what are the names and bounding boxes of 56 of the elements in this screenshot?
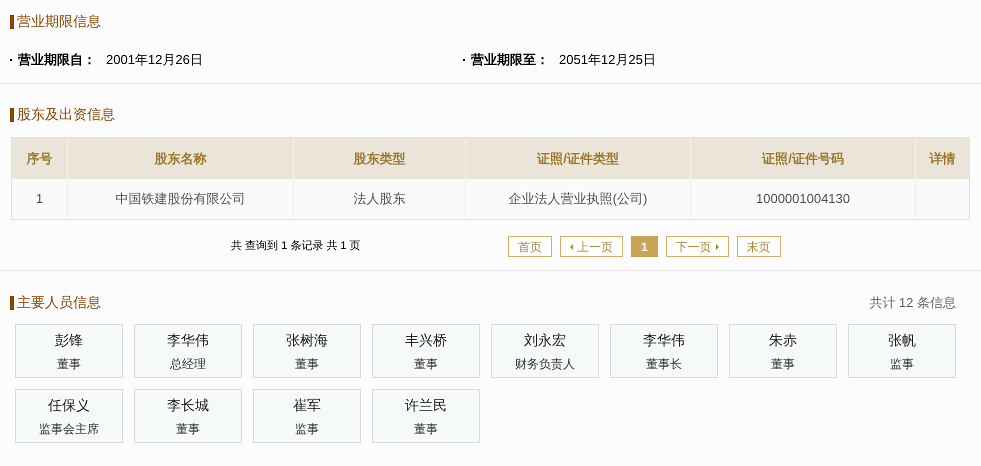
- table-cell: 1000001004130: [691, 179, 916, 219]
- table-cell: 企业法人营业执照(公司): [466, 179, 691, 219]
- title-marker: [10, 296, 14, 310]
- person-name: 张帆: [888, 330, 916, 350]
- person-name: 彭锋: [55, 330, 83, 350]
- table-cell: 中国铁建股份有限公司: [68, 179, 294, 219]
- section-title: 股东及出资信息: [17, 105, 115, 124]
- caret-left-icon: [570, 244, 573, 250]
- title-marker: [10, 14, 14, 28]
- person-role: 总经理: [170, 356, 206, 372]
- title-marker: [10, 108, 14, 122]
- field-label: 营业期限至：: [471, 51, 550, 70]
- person-name: 丰兴桥: [405, 330, 447, 350]
- field-label: 营业期限自：: [18, 51, 97, 70]
- person-card[interactable]: 彭锋 董事: [15, 324, 123, 378]
- person-name: 朱赤: [769, 330, 797, 350]
- person-name: 崔军: [293, 396, 321, 414]
- person-card[interactable]: 崔军 监事: [253, 389, 361, 443]
- person-name: 李华伟: [643, 330, 685, 350]
- person-name: 刘永宏: [524, 330, 566, 350]
- person-card[interactable]: 任保义 监事会主席: [15, 389, 123, 443]
- person-card[interactable]: 李华伟 董事长: [610, 324, 718, 378]
- person-role: 董事长: [646, 356, 682, 372]
- column-header: 详情: [928, 150, 956, 168]
- record-count: 共计 12 条信息: [869, 294, 956, 312]
- person-name: 李长城: [167, 396, 209, 414]
- person-card[interactable]: 丰兴桥 董事: [372, 324, 480, 378]
- person-card[interactable]: 张树海 董事: [253, 324, 361, 378]
- person-name: 任保义: [48, 396, 90, 414]
- table-cell: 法人股东: [294, 179, 466, 219]
- person-role: 监事: [890, 356, 914, 372]
- person-card[interactable]: 李华伟 总经理: [134, 324, 242, 378]
- person-role: 董事: [295, 356, 319, 372]
- person-role: 董事: [57, 356, 81, 372]
- field-value: 2001年12月26日: [106, 51, 203, 70]
- person-role: 董事: [176, 420, 200, 438]
- person-name: 许兰民: [405, 396, 447, 414]
- person-card[interactable]: 刘永宏 财务负责人: [491, 324, 599, 378]
- person-card[interactable]: 许兰民 董事: [372, 389, 480, 443]
- person-role: 董事: [414, 420, 438, 438]
- person-role: 财务负责人: [515, 356, 575, 372]
- person-name: 李华伟: [167, 330, 209, 350]
- person-name: 张树海: [286, 330, 328, 350]
- person-card[interactable]: 李长城 董事: [134, 389, 242, 443]
- person-role: 监事: [295, 420, 319, 438]
- person-role: 监事会主席: [39, 420, 99, 438]
- person-role: 董事: [414, 356, 438, 372]
- field-value: 2051年12月25日: [559, 51, 656, 70]
- table-cell: 1: [12, 179, 68, 219]
- person-card[interactable]: 张帆 监事: [848, 324, 956, 378]
- section-title: 营业期限信息: [17, 12, 101, 31]
- section-title: 主要人员信息: [17, 293, 101, 312]
- caret-right-icon: [716, 244, 719, 250]
- person-role: 董事: [771, 356, 795, 372]
- record-summary: 共 查询到 1 条记录 共 1 页: [231, 239, 362, 254]
- person-card[interactable]: 朱赤 董事: [729, 324, 837, 378]
